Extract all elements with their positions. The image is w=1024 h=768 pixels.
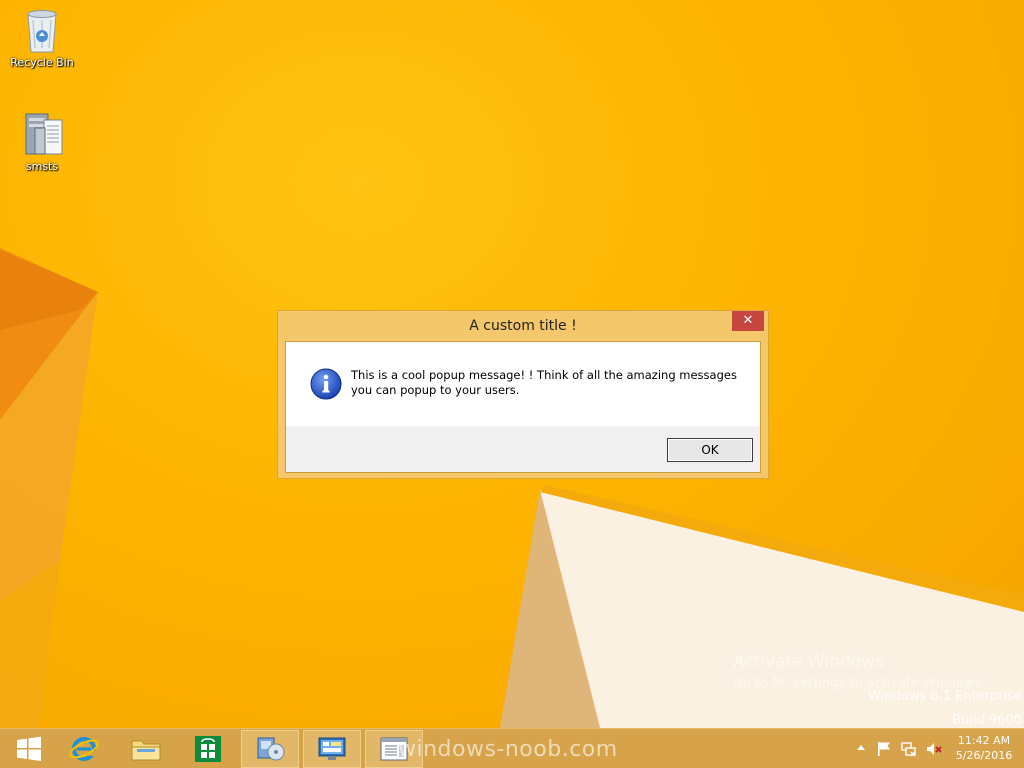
site-watermark: windows-noob.com: [398, 737, 618, 762]
system-clock[interactable]: 11:42 AM 5/26/2016: [952, 733, 1016, 763]
message-box-dialog: A custom title ! ✕ This is a cool popup …: [277, 310, 769, 479]
info-icon: [310, 368, 342, 400]
dialog-message: This is a cool popup message! ! Think of…: [351, 368, 737, 397]
clock-time: 11:42 AM: [957, 734, 1011, 747]
taskbar-store[interactable]: [179, 730, 237, 768]
dialog-title: A custom title !: [469, 318, 577, 334]
desktop-icon-recycle-bin[interactable]: Recycle Bin: [6, 6, 78, 69]
control-panel-icon: [318, 737, 346, 760]
taskbar-config-manager[interactable]: [241, 730, 299, 768]
taskbar-control-panel[interactable]: [303, 730, 361, 768]
taskbar-internet-explorer[interactable]: [55, 730, 113, 768]
computer-cd-icon: [257, 737, 285, 761]
speaker-muted-icon[interactable]: [925, 740, 943, 758]
edition-watermark: Windows 8.1 Enterprise Build 9600: [868, 685, 1022, 728]
dialog-titlebar[interactable]: A custom title ! ✕: [278, 311, 768, 341]
dialog-client-area: This is a cool popup message! ! Think of…: [285, 341, 761, 473]
ie-icon: [69, 737, 99, 761]
folder-document-icon: [25, 113, 63, 155]
recycle-bin-icon: [27, 10, 57, 53]
desktop-icon-label: smsts: [25, 160, 59, 173]
desktop-icon-smsts[interactable]: smsts: [6, 108, 78, 173]
network-icon[interactable]: [900, 740, 918, 758]
store-icon: [195, 736, 221, 762]
show-hidden-icon[interactable]: [855, 740, 867, 756]
ok-button[interactable]: OK: [667, 438, 753, 462]
dialog-message-area: This is a cool popup message! ! Think of…: [286, 342, 760, 426]
start-button[interactable]: [0, 730, 58, 768]
taskbar-file-explorer[interactable]: [117, 730, 175, 768]
build-text: Build 9600: [952, 713, 1022, 728]
folder-icon: [131, 740, 161, 761]
close-button[interactable]: ✕: [732, 311, 764, 331]
desktop-icon-label: Recycle Bin: [10, 56, 74, 69]
dialog-button-bar: OK: [286, 426, 760, 472]
windows-logo-icon: [17, 736, 41, 761]
action-center-flag-icon[interactable]: [875, 740, 893, 758]
edition-text: Windows 8.1 Enterprise: [868, 689, 1022, 704]
clock-date: 5/26/2016: [955, 749, 1013, 762]
activate-title: Activate Windows: [733, 652, 884, 672]
